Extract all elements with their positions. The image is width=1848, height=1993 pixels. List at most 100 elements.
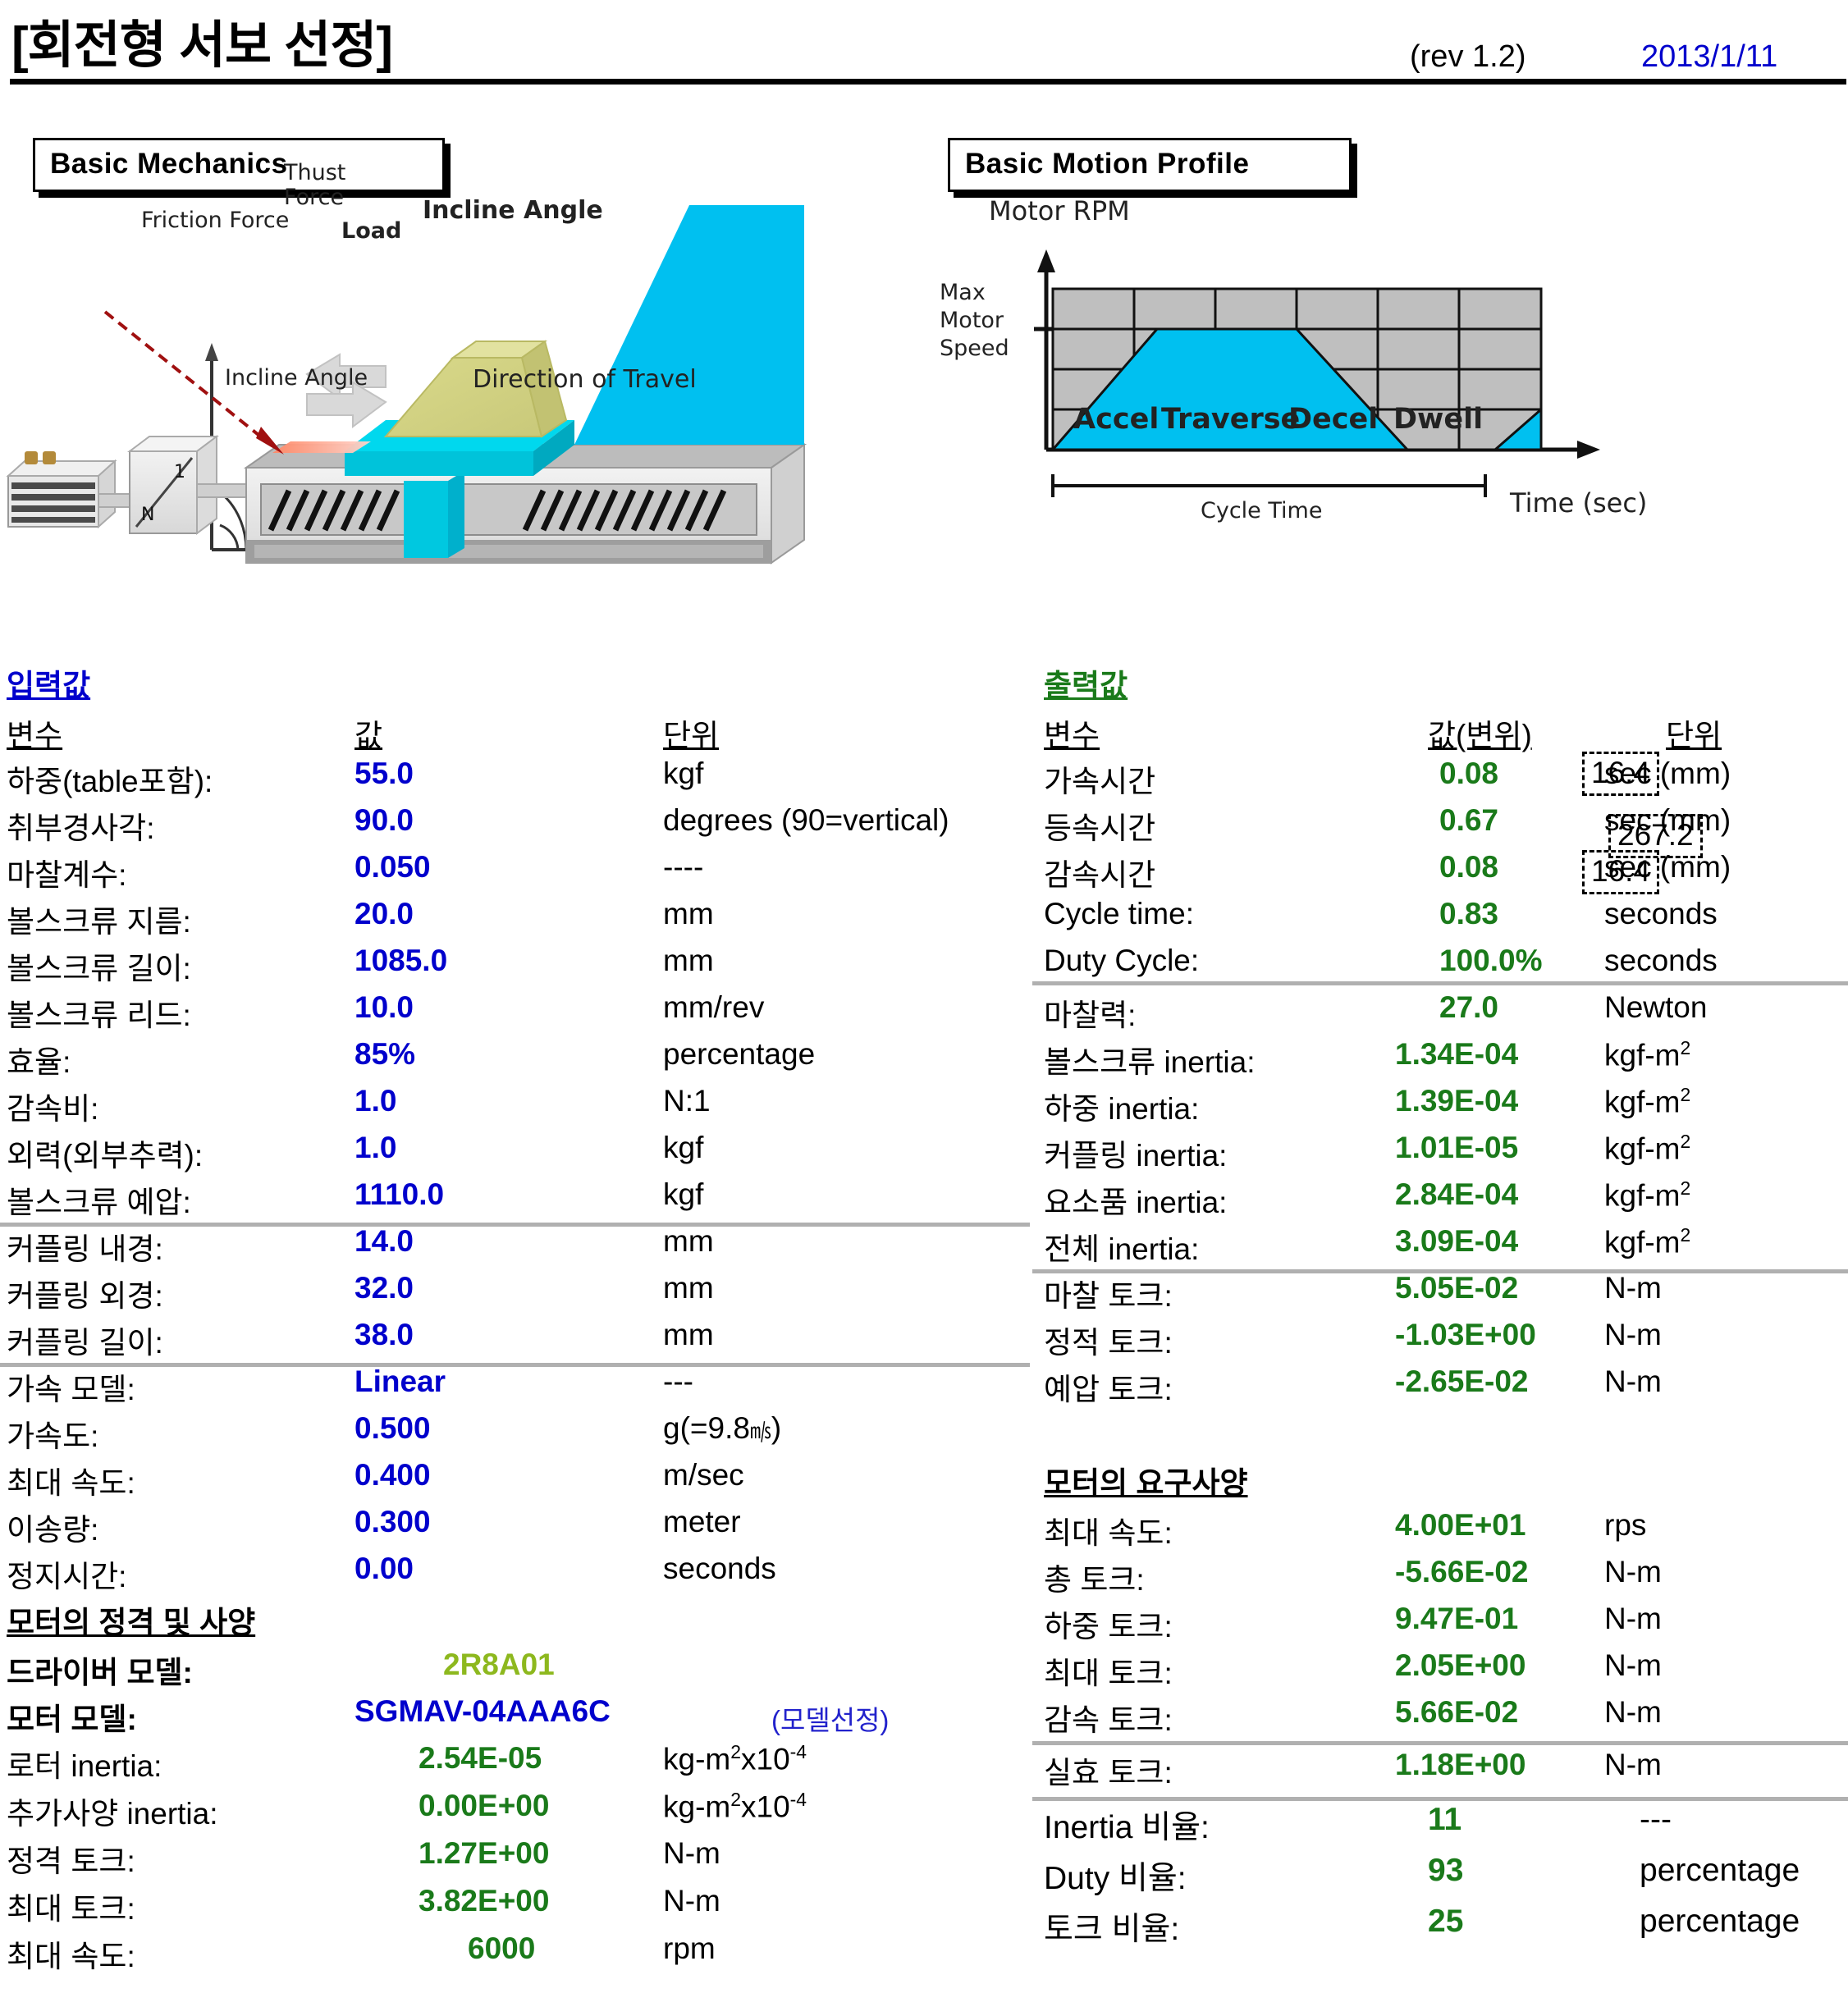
output-col-header-variable: 변수 bbox=[1044, 719, 1100, 752]
output-row-value: 5.05E-02 bbox=[1395, 1271, 1519, 1305]
output-row-unit: kgf-m2 bbox=[1604, 1131, 1691, 1166]
spec-row-label: 최대 토크: bbox=[7, 1892, 135, 1926]
input-row-value[interactable]: 85% bbox=[355, 1037, 415, 1072]
input-row-value[interactable]: 1085.0 bbox=[355, 944, 447, 978]
spec-row-value: 0.00E+00 bbox=[419, 1789, 550, 1822]
input-row-label: 가속도: bbox=[7, 1419, 99, 1453]
input-col-header-value: 값 bbox=[355, 719, 383, 752]
input-row-value[interactable]: 0.050 bbox=[355, 850, 431, 885]
input-row-unit: mm bbox=[663, 1224, 714, 1258]
output-row-label: 마찰력: bbox=[1044, 999, 1137, 1032]
spec-row-unit: kg-m2x10-4 bbox=[663, 1741, 807, 1776]
mechanics-illustration: 1 N bbox=[6, 205, 807, 565]
basic-motion-profile-title: Basic Motion Profile bbox=[948, 138, 1352, 192]
output-row-value: 0.08 bbox=[1439, 850, 1499, 884]
output-row-unit: kgf-m2 bbox=[1604, 1037, 1691, 1072]
basic-mechanics-diagram: 1 N Thust Force Friction Force Load Incl… bbox=[0, 160, 993, 615]
input-row-value[interactable]: 55.0 bbox=[355, 757, 414, 791]
input-row-label: 이송량: bbox=[7, 1513, 99, 1547]
segment-label-dwell: Dwell bbox=[1393, 403, 1484, 436]
input-row-value[interactable]: 38.0 bbox=[355, 1318, 414, 1352]
input-row-value[interactable]: 1.0 bbox=[355, 1131, 396, 1165]
segment-label-decel: Decel bbox=[1288, 403, 1379, 436]
output-row-unit: kgf-m2 bbox=[1604, 1177, 1691, 1213]
input-row-value[interactable]: 90.0 bbox=[355, 803, 414, 838]
direction-of-travel-label: Direction of Travel bbox=[473, 365, 697, 394]
input-row-value[interactable]: 1.0 bbox=[355, 1084, 396, 1118]
input-row-label: 취부경사각: bbox=[7, 811, 155, 845]
spec-row-value: 6000 bbox=[468, 1931, 536, 1965]
input-row-label: 감속비: bbox=[7, 1092, 99, 1126]
req-divider-2 bbox=[1032, 1797, 1848, 1801]
spec-row-value: 2.54E-05 bbox=[419, 1741, 542, 1775]
req-row-unit: N-m bbox=[1604, 1648, 1662, 1682]
input-row-value[interactable]: 32.0 bbox=[355, 1271, 414, 1305]
time-axis-label: Time (sec) bbox=[1510, 487, 1648, 519]
motor-rpm-axis-label: Motor RPM bbox=[989, 195, 1130, 226]
req-row-value: 1.18E+00 bbox=[1395, 1748, 1526, 1781]
output-row-value: 27.0 bbox=[1439, 990, 1499, 1024]
output-row-value: 1.39E-04 bbox=[1395, 1084, 1519, 1118]
input-row-label: 커플링 외경: bbox=[7, 1279, 163, 1313]
req-row-unit: percentage bbox=[1640, 1904, 1800, 1939]
displacement-box-decel: 16.4 bbox=[1582, 850, 1660, 894]
output-section-heading: 출력값 bbox=[1044, 669, 1128, 702]
output-col-header-unit: 단위 bbox=[1666, 719, 1722, 752]
output-row-value: 100.0% bbox=[1439, 944, 1543, 977]
page-title: [회전형 서보 선정] bbox=[11, 17, 393, 74]
input-row-unit: --- bbox=[663, 1364, 693, 1398]
output-row-value: 3.09E-04 bbox=[1395, 1224, 1519, 1258]
input-row-value[interactable]: 0.300 bbox=[355, 1505, 431, 1539]
max-motor-speed-tick-label: Max Motor Speed bbox=[940, 280, 1009, 361]
output-row-value: 2.84E-04 bbox=[1395, 1177, 1519, 1211]
input-col-header-unit: 단위 bbox=[663, 719, 720, 752]
input-row-value[interactable]: 20.0 bbox=[355, 897, 414, 931]
output-row-value: 1.01E-05 bbox=[1395, 1131, 1519, 1164]
req-row-label: 감속 토크: bbox=[1044, 1703, 1173, 1737]
input-row-value[interactable]: 0.00 bbox=[355, 1552, 414, 1586]
motor-model-value[interactable]: SGMAV-04AAA6C bbox=[355, 1694, 611, 1729]
input-row-value[interactable]: Linear bbox=[355, 1364, 446, 1399]
req-row-value: 9.47E-01 bbox=[1395, 1602, 1519, 1635]
output-row-unit: N-m bbox=[1604, 1271, 1662, 1305]
input-row-value[interactable]: 14.0 bbox=[355, 1224, 414, 1259]
output-row-label: 볼스크류 inertia: bbox=[1044, 1045, 1256, 1079]
motor-requirement-heading: 모터의 요구사양 bbox=[1044, 1466, 1248, 1500]
displacement-box-accel: 16.4 bbox=[1582, 752, 1660, 796]
input-row-value[interactable]: 0.500 bbox=[355, 1411, 431, 1446]
output-row-unit: N-m bbox=[1604, 1318, 1662, 1351]
input-row-value[interactable]: 10.0 bbox=[355, 990, 414, 1025]
output-row-value: 0.67 bbox=[1439, 803, 1499, 837]
input-row-value[interactable]: 1110.0 bbox=[355, 1177, 444, 1212]
req-row-label: 토크 비율: bbox=[1044, 1912, 1180, 1947]
req-row-unit: percentage bbox=[1640, 1853, 1800, 1888]
req-row-value: 25 bbox=[1428, 1904, 1464, 1939]
driver-model-value[interactable]: 2R8A01 bbox=[443, 1648, 555, 1682]
spec-row-label: 최대 속도: bbox=[7, 1940, 135, 1973]
input-row-unit: degrees (90=vertical) bbox=[663, 803, 949, 837]
output-row-unit: seconds bbox=[1604, 897, 1718, 930]
output-col-header-value: 값(변위) bbox=[1428, 719, 1532, 752]
cycle-time-label: Cycle Time bbox=[1201, 498, 1323, 523]
output-row-label: 하중 inertia: bbox=[1044, 1092, 1200, 1126]
output-row-unit: N-m bbox=[1604, 1364, 1662, 1398]
input-row-unit: seconds bbox=[663, 1552, 776, 1585]
input-row-unit: mm bbox=[663, 944, 714, 977]
spec-row-unit: N-m bbox=[663, 1884, 720, 1918]
input-row-unit: N:1 bbox=[663, 1084, 711, 1118]
spec-row-label: 정격 토크: bbox=[7, 1844, 135, 1878]
document-date: 2013/1/11 bbox=[1641, 39, 1778, 74]
input-row-unit: kgf bbox=[663, 1131, 704, 1164]
output-row-label: 마찰 토크: bbox=[1044, 1279, 1173, 1313]
output-row-value: -1.03E+00 bbox=[1395, 1318, 1536, 1351]
req-row-unit: rps bbox=[1604, 1508, 1647, 1542]
req-row-value: 4.00E+01 bbox=[1395, 1508, 1526, 1542]
motor-spec-heading: 모터의 정격 및 사양 bbox=[7, 1606, 256, 1639]
output-row-value: 0.08 bbox=[1439, 757, 1499, 790]
motor-model-label: 모터 모델: bbox=[7, 1703, 137, 1736]
req-row-value: 2.05E+00 bbox=[1395, 1648, 1526, 1682]
req-row-label: 최대 속도: bbox=[1044, 1516, 1173, 1550]
input-row-unit: kgf bbox=[663, 1177, 704, 1211]
req-row-value: 11 bbox=[1428, 1802, 1462, 1837]
input-row-value[interactable]: 0.400 bbox=[355, 1458, 431, 1492]
